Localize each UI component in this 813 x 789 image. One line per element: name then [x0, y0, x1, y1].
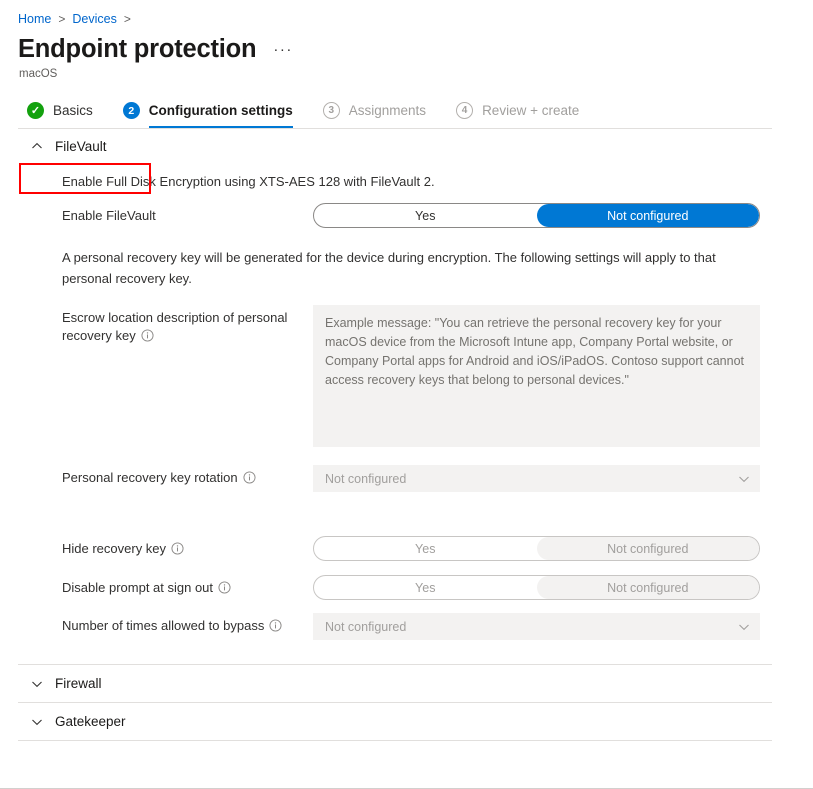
field-escrow-location: Escrow location description of personal … — [62, 305, 761, 447]
step-number-badge-2: 2 — [122, 102, 140, 119]
tab-basics[interactable]: ✓ Basics — [27, 102, 93, 128]
field-label-disable-prompt: Disable prompt at sign out — [62, 575, 313, 597]
toggle-option-not-configured[interactable]: Not configured — [536, 576, 759, 599]
label-text: Hide recovery key — [62, 541, 167, 556]
label-text: Escrow location description of personal … — [62, 310, 288, 343]
section-header-gatekeeper[interactable]: Gatekeeper — [0, 703, 813, 740]
control-escrow-location: Example message: "You can retrieve the p… — [313, 305, 761, 447]
field-label-escrow-location: Escrow location description of personal … — [62, 305, 313, 345]
layout-spacer — [62, 492, 761, 536]
page-subtitle: macOS — [19, 68, 58, 80]
layout-spacer-bottom — [0, 640, 813, 664]
control-key-rotation: Not configured — [313, 465, 761, 492]
section-title-filevault: FileVault — [55, 138, 107, 154]
toggle-option-yes[interactable]: Yes — [314, 537, 537, 560]
page-header: Endpoint protection ··· — [0, 27, 813, 64]
filevault-description: Enable Full Disk Encryption using XTS-AE… — [62, 174, 435, 189]
tab-assignments-label: Assignments — [348, 103, 427, 118]
field-label-key-rotation: Personal recovery key rotation — [62, 465, 313, 487]
control-bypass-count: Not configured — [313, 613, 761, 640]
toggle-option-not-configured[interactable]: Not configured — [536, 537, 759, 560]
tab-basics-label: Basics — [53, 103, 93, 118]
field-label-hide-recovery-key: Hide recovery key — [62, 536, 313, 558]
toggle-hide-recovery-key[interactable]: Yes Not configured — [313, 536, 760, 561]
toggle-disable-prompt[interactable]: Yes Not configured — [313, 575, 760, 600]
tab-review-create-label: Review + create — [482, 103, 580, 118]
recovery-key-paragraph: A personal recovery key will be generate… — [62, 250, 716, 286]
section-header-firewall[interactable]: Firewall — [0, 665, 813, 702]
label-text: Disable prompt at sign out — [62, 580, 214, 595]
control-hide-recovery-key: Yes Not configured — [313, 536, 761, 561]
info-icon[interactable] — [243, 471, 256, 484]
chevron-down-icon — [739, 624, 749, 630]
chevron-down-icon — [739, 476, 749, 482]
label-text: Enable FileVault — [62, 208, 156, 223]
breadcrumb: Home > Devices > — [0, 0, 813, 27]
info-icon[interactable] — [218, 581, 231, 594]
toggle-option-not-configured[interactable]: Not configured — [536, 204, 759, 227]
info-icon[interactable] — [269, 619, 282, 632]
dropdown-bypass-count[interactable]: Not configured — [313, 613, 760, 640]
chevron-down-icon — [32, 719, 42, 725]
breadcrumb-item-home[interactable]: Home — [18, 11, 51, 27]
section-body-filevault: Enable Full Disk Encryption using XTS-AE… — [0, 172, 813, 640]
toggle-enable-filevault[interactable]: Yes Not configured — [313, 203, 760, 228]
field-key-rotation: Personal recovery key rotation Not confi… — [62, 465, 761, 492]
control-disable-prompt: Yes Not configured — [313, 575, 761, 600]
step-complete-icon: ✓ — [27, 102, 44, 119]
step-number-badge-4: 4 — [456, 102, 474, 119]
dropdown-value: Not configured — [325, 619, 407, 634]
section-title-firewall: Firewall — [55, 676, 102, 691]
tab-review-create[interactable]: 4 Review + create — [456, 102, 579, 128]
breadcrumb-separator-2: > — [123, 12, 131, 26]
wizard-tabs: ✓ Basics 2 Configuration settings 3 Assi… — [0, 82, 813, 128]
chevron-up-icon — [32, 142, 42, 149]
field-hide-recovery-key: Hide recovery key Yes Not configured — [62, 536, 761, 561]
section-title-gatekeeper: Gatekeeper — [55, 714, 126, 729]
toggle-option-yes[interactable]: Yes — [314, 576, 537, 599]
toggle-option-yes[interactable]: Yes — [314, 204, 537, 227]
breadcrumb-separator: > — [58, 12, 66, 26]
tab-assignments[interactable]: 3 Assignments — [322, 102, 427, 128]
dropdown-key-rotation[interactable]: Not configured — [313, 465, 760, 492]
escrow-location-textarea[interactable]: Example message: "You can retrieve the p… — [313, 305, 760, 447]
more-options-button[interactable]: ··· — [273, 42, 293, 57]
field-enable-filevault: Enable FileVault Yes Not configured — [62, 203, 761, 228]
field-bypass-count: Number of times allowed to bypass Not co… — [62, 613, 761, 640]
info-icon[interactable] — [141, 329, 154, 342]
divider-bottom — [18, 740, 772, 741]
dropdown-value: Not configured — [325, 471, 407, 486]
field-label-enable-filevault: Enable FileVault — [62, 203, 313, 225]
step-number-badge-3: 3 — [322, 102, 340, 119]
control-enable-filevault: Yes Not configured — [313, 203, 761, 228]
field-label-bypass-count: Number of times allowed to bypass — [62, 613, 313, 635]
field-disable-prompt: Disable prompt at sign out Yes Not confi… — [62, 575, 761, 600]
breadcrumb-item-devices[interactable]: Devices — [72, 11, 116, 27]
tab-configuration-settings-label: Configuration settings — [148, 103, 293, 118]
page-title: Endpoint protection — [18, 35, 257, 63]
tab-configuration-settings[interactable]: 2 Configuration settings — [122, 102, 293, 128]
label-text: Personal recovery key rotation — [62, 470, 238, 485]
info-icon[interactable] — [171, 542, 184, 555]
chevron-down-icon — [32, 681, 42, 687]
section-header-filevault[interactable]: FileVault — [0, 129, 813, 163]
label-text: Number of times allowed to bypass — [62, 618, 265, 633]
